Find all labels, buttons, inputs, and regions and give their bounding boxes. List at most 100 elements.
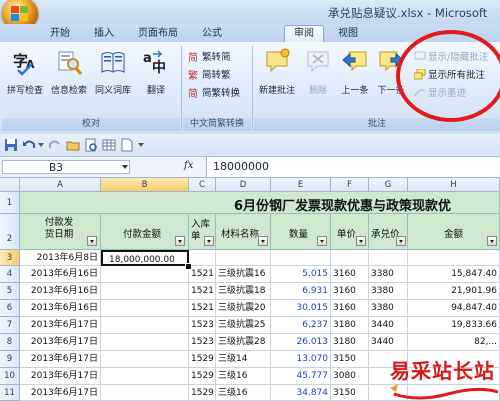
cell-date[interactable]: 2013年6月16日 bbox=[20, 266, 101, 283]
tab-home[interactable]: 开始 bbox=[44, 26, 76, 42]
cell-material[interactable]: 三级抗震18 bbox=[216, 283, 271, 300]
column-header-h[interactable]: H bbox=[408, 178, 500, 192]
tab-page-layout[interactable]: 页面布局 bbox=[134, 26, 182, 42]
column-header-a[interactable]: A bbox=[20, 178, 101, 192]
header-cell-material[interactable]: 材料名称 bbox=[216, 214, 271, 250]
row-header-6[interactable]: 6 bbox=[0, 300, 20, 317]
previous-comment-button[interactable]: 上一条 bbox=[338, 48, 372, 96]
cell-material[interactable]: 三级抗震16 bbox=[216, 266, 271, 283]
cell-receipt[interactable] bbox=[189, 250, 216, 266]
row-header-10[interactable]: 10 bbox=[0, 368, 20, 385]
cell-payment[interactable] bbox=[101, 368, 189, 385]
new-comment-button[interactable]: 新建批注 bbox=[256, 48, 298, 96]
formula-input[interactable]: 18000000 bbox=[206, 157, 500, 177]
table-icon[interactable] bbox=[102, 138, 116, 152]
cell-acceptance-price[interactable]: 3380 bbox=[369, 300, 408, 317]
row-header-3[interactable]: 3 bbox=[0, 250, 20, 266]
select-all-corner[interactable] bbox=[0, 178, 20, 192]
cell-quantity[interactable]: 26.013 bbox=[271, 334, 331, 351]
filter-dropdown-icon[interactable] bbox=[258, 236, 268, 246]
cell-payment[interactable] bbox=[101, 334, 189, 351]
trad-to-simp-button[interactable]: 简繁转简 bbox=[188, 51, 231, 65]
fill-handle[interactable] bbox=[185, 263, 192, 270]
cell-date[interactable]: 2013年6月17日 bbox=[20, 368, 101, 385]
undo-icon[interactable] bbox=[22, 138, 36, 152]
cell-date[interactable]: 2013年6月17日 bbox=[20, 334, 101, 351]
cell-amount[interactable]: 82,... bbox=[408, 334, 500, 351]
cell-receipt[interactable]: 1529 bbox=[189, 385, 216, 401]
filter-dropdown-icon[interactable] bbox=[487, 236, 497, 246]
row-header-1[interactable]: 1 bbox=[0, 192, 20, 214]
cell-acceptance-price[interactable]: 3440 bbox=[369, 317, 408, 334]
header-cell-quantity[interactable]: 数量 bbox=[271, 214, 331, 250]
cell-payment[interactable] bbox=[101, 266, 189, 283]
header-cell-payment[interactable]: 付款金额 bbox=[101, 214, 189, 250]
translate-button[interactable]: a 中 翻译 bbox=[138, 48, 174, 96]
cell-amount[interactable] bbox=[408, 250, 500, 266]
cell-receipt[interactable]: 1529 bbox=[189, 368, 216, 385]
header-cell-date[interactable]: 付款发 货日期 bbox=[20, 214, 101, 250]
cell-unit-price[interactable]: 3160 bbox=[331, 300, 369, 317]
cell-acceptance-price[interactable]: 3380 bbox=[369, 283, 408, 300]
filter-dropdown-icon[interactable] bbox=[356, 236, 366, 246]
filter-dropdown-icon[interactable] bbox=[175, 236, 185, 246]
cell-amount[interactable]: 15,847.40 bbox=[408, 266, 500, 283]
row-header-8[interactable]: 8 bbox=[0, 334, 20, 351]
cell-payment[interactable] bbox=[101, 300, 189, 317]
cell-unit-price[interactable]: 3150 bbox=[331, 351, 369, 368]
column-header-b[interactable]: B bbox=[101, 178, 189, 192]
tab-review[interactable]: 审阅 bbox=[284, 25, 324, 43]
column-header-f[interactable]: F bbox=[331, 178, 369, 192]
cell-quantity[interactable]: 6.237 bbox=[271, 317, 331, 334]
print-preview-icon[interactable] bbox=[84, 138, 98, 152]
cell-date[interactable]: 2013年6月17日 bbox=[20, 351, 101, 368]
column-header-g[interactable]: G bbox=[369, 178, 408, 192]
cell-date[interactable]: 2013年6月16日 bbox=[20, 283, 101, 300]
new-document-icon[interactable] bbox=[120, 138, 134, 152]
row-header-11[interactable]: 11 bbox=[0, 385, 20, 401]
cell-receipt[interactable]: 1529 bbox=[189, 351, 216, 368]
cell-unit-price[interactable]: 3160 bbox=[331, 283, 369, 300]
header-cell-acceptance-price[interactable]: 承兑价 bbox=[369, 214, 408, 250]
cell-quantity[interactable]: 45.777 bbox=[271, 368, 331, 385]
tab-formulas[interactable]: 公式 bbox=[196, 26, 228, 42]
filter-dropdown-icon[interactable] bbox=[396, 236, 406, 246]
header-cell-receipt[interactable]: 入库 单 bbox=[189, 214, 216, 250]
cell-date[interactable]: 2013年6月17日 bbox=[20, 317, 101, 334]
cell-material[interactable]: 三级抗震25 bbox=[216, 317, 271, 334]
cell-unit-price[interactable]: 3160 bbox=[331, 266, 369, 283]
chevron-down-icon[interactable] bbox=[38, 142, 44, 148]
cell-payment[interactable] bbox=[101, 317, 189, 334]
cell-quantity[interactable]: 5.015 bbox=[271, 266, 331, 283]
row-header-7[interactable]: 7 bbox=[0, 317, 20, 334]
save-icon[interactable] bbox=[4, 138, 18, 152]
cell-amount[interactable]: 21,901.96 bbox=[408, 283, 500, 300]
cell-material[interactable]: 三级14 bbox=[216, 351, 271, 368]
thesaurus-button[interactable]: 同义词库 bbox=[92, 48, 134, 96]
cell-acceptance-price[interactable] bbox=[369, 250, 408, 266]
cell-acceptance-price[interactable]: 3380 bbox=[369, 266, 408, 283]
cell-material[interactable]: 三级抗震28 bbox=[216, 334, 271, 351]
cell-unit-price[interactable] bbox=[331, 250, 369, 266]
cell-unit-price[interactable]: 3180 bbox=[331, 334, 369, 351]
cell-material[interactable] bbox=[216, 250, 271, 266]
name-box-dropdown-icon[interactable] bbox=[122, 165, 128, 170]
simp-to-trad-button[interactable]: 繁简转繁 bbox=[188, 69, 231, 83]
spell-check-button[interactable]: 字 A 拼写检查 bbox=[4, 48, 46, 96]
filter-dropdown-icon[interactable] bbox=[204, 236, 214, 246]
cell-acceptance-price[interactable]: 3440 bbox=[369, 334, 408, 351]
column-header-d[interactable]: D bbox=[216, 178, 271, 192]
row-header-9[interactable]: 9 bbox=[0, 351, 20, 368]
column-header-c[interactable]: C bbox=[189, 178, 216, 192]
sheet-title-cell[interactable]: 6月份钢厂发票现款优惠与政策现款优 bbox=[20, 192, 500, 214]
cell-receipt[interactable]: 1521 bbox=[189, 300, 216, 317]
cell-material[interactable]: 三级16 bbox=[216, 368, 271, 385]
row-header-5[interactable]: 5 bbox=[0, 283, 20, 300]
cell-quantity[interactable]: 30.015 bbox=[271, 300, 331, 317]
header-cell-amount[interactable]: 金额 bbox=[408, 214, 500, 250]
customize-qat-icon[interactable] bbox=[138, 142, 144, 148]
fx-icon[interactable]: fx bbox=[184, 160, 193, 171]
cell-quantity[interactable] bbox=[271, 250, 331, 266]
cell-receipt[interactable]: 1521 bbox=[189, 283, 216, 300]
cell-payment[interactable] bbox=[101, 283, 189, 300]
